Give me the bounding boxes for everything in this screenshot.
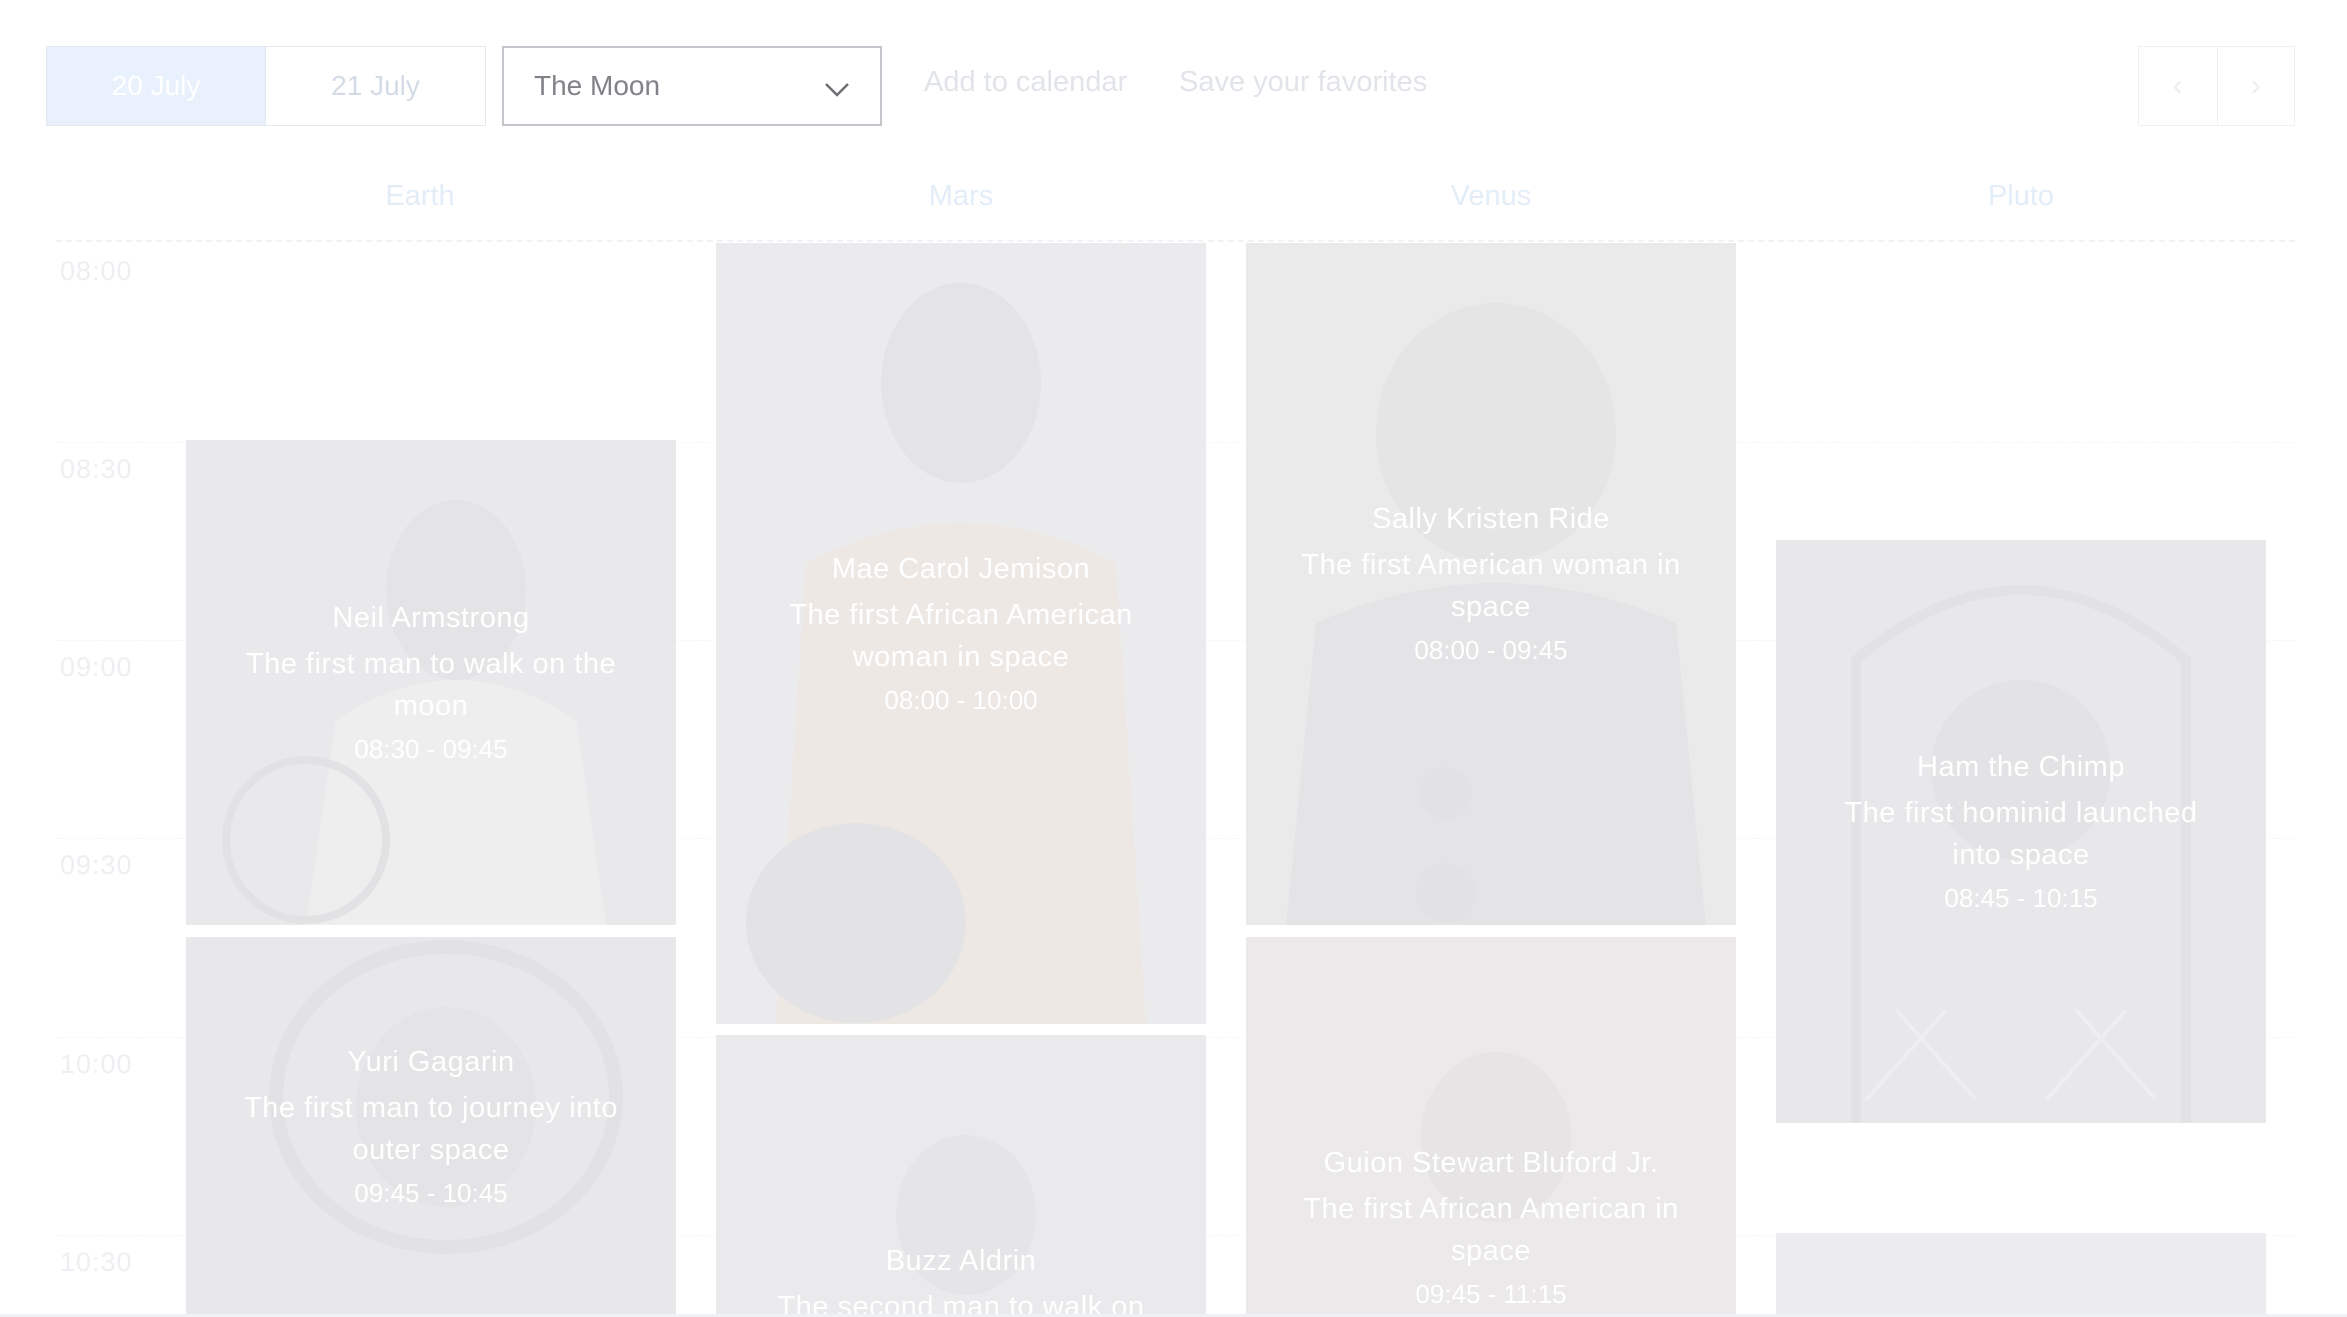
time-label: 10:30 <box>60 1247 133 1277</box>
room-select-value: The Moon <box>534 70 661 101</box>
chevron-down-icon <box>825 83 849 97</box>
event-description: The first African American in space <box>1303 1193 1679 1267</box>
column-header-venus: Venus <box>1450 180 1532 212</box>
day-tabs: 20 July 21 July <box>46 46 486 126</box>
time-label: 09:00 <box>60 652 133 682</box>
column-header-mars: Mars <box>928 180 994 212</box>
pager: ‹ › <box>2138 46 2295 126</box>
event-time: 08:30 - 09:45 <box>354 733 508 764</box>
event-card[interactable]: Neil Armstrong The first man to walk on … <box>186 440 676 925</box>
chevron-right-icon: › <box>2250 69 2261 102</box>
event-time: 08:00 - 09:45 <box>1414 635 1568 665</box>
day-tab-21-july[interactable]: 21 July <box>266 47 485 125</box>
column-header-earth: Earth <box>385 180 455 212</box>
schedule-page: 20 July 21 July The Moon Add to calendar… <box>0 0 2347 1317</box>
event-card[interactable]: Sally Kristen Ride The first American wo… <box>1246 243 1736 925</box>
event-description: The first man to journey into outer spac… <box>244 1092 618 1166</box>
save-favorites-link[interactable]: Save your favorites <box>1179 66 1427 99</box>
event-card[interactable]: Yuri Gagarin The first man to journey in… <box>186 937 676 1317</box>
time-label: 08:00 <box>60 256 133 286</box>
prev-button[interactable]: ‹ <box>2139 47 2217 125</box>
event-card[interactable]: Ham the Chimp The first hominid launched… <box>1776 540 2266 1123</box>
event-card[interactable]: Buzz Aldrin The second man to walk on <box>716 1035 1206 1317</box>
event-time: 08:45 - 10:15 <box>1944 882 2098 913</box>
event-name: Sally Kristen Ride <box>1372 503 1610 535</box>
add-to-calendar-link[interactable]: Add to calendar <box>924 66 1127 99</box>
time-label: 09:30 <box>60 850 133 880</box>
event-name: Guion Stewart Bluford Jr. <box>1323 1147 1659 1179</box>
event-name: Buzz Aldrin <box>885 1245 1037 1277</box>
event-name: Neil Armstrong <box>332 601 530 634</box>
room-select[interactable]: The Moon <box>502 46 882 126</box>
event-description: The first American woman in space <box>1301 549 1681 623</box>
time-label: 08:30 <box>60 454 133 484</box>
column-header-pluto: Pluto <box>1987 180 2055 212</box>
event-description: The first hominid launched into space <box>1844 796 2198 871</box>
next-button[interactable]: › <box>2216 47 2295 125</box>
event-card[interactable]: Mae Carol Jemison The first African Amer… <box>716 243 1206 1024</box>
event-name: Mae Carol Jemison <box>831 552 1091 585</box>
event-name: Yuri Gagarin <box>347 1046 515 1078</box>
event-time: 09:45 - 11:15 <box>1415 1279 1567 1309</box>
header-divider <box>56 240 2295 242</box>
event-time: 08:00 - 10:00 <box>884 684 1038 715</box>
chevron-left-icon: ‹ <box>2172 69 2183 102</box>
event-card[interactable]: Guion Stewart Bluford Jr. The first Afri… <box>1246 937 1736 1317</box>
event-description: The first African American woman in spac… <box>789 598 1133 673</box>
event-card[interactable] <box>1776 1233 2266 1317</box>
event-name: Ham the Chimp <box>1917 750 2125 783</box>
event-description: The first man to walk on the moon <box>245 647 617 722</box>
time-label: 10:00 <box>60 1049 133 1079</box>
event-description: The second man to walk on <box>777 1291 1145 1317</box>
day-tab-20-july[interactable]: 20 July <box>47 47 266 125</box>
event-time: 09:45 - 10:45 <box>354 1178 508 1208</box>
